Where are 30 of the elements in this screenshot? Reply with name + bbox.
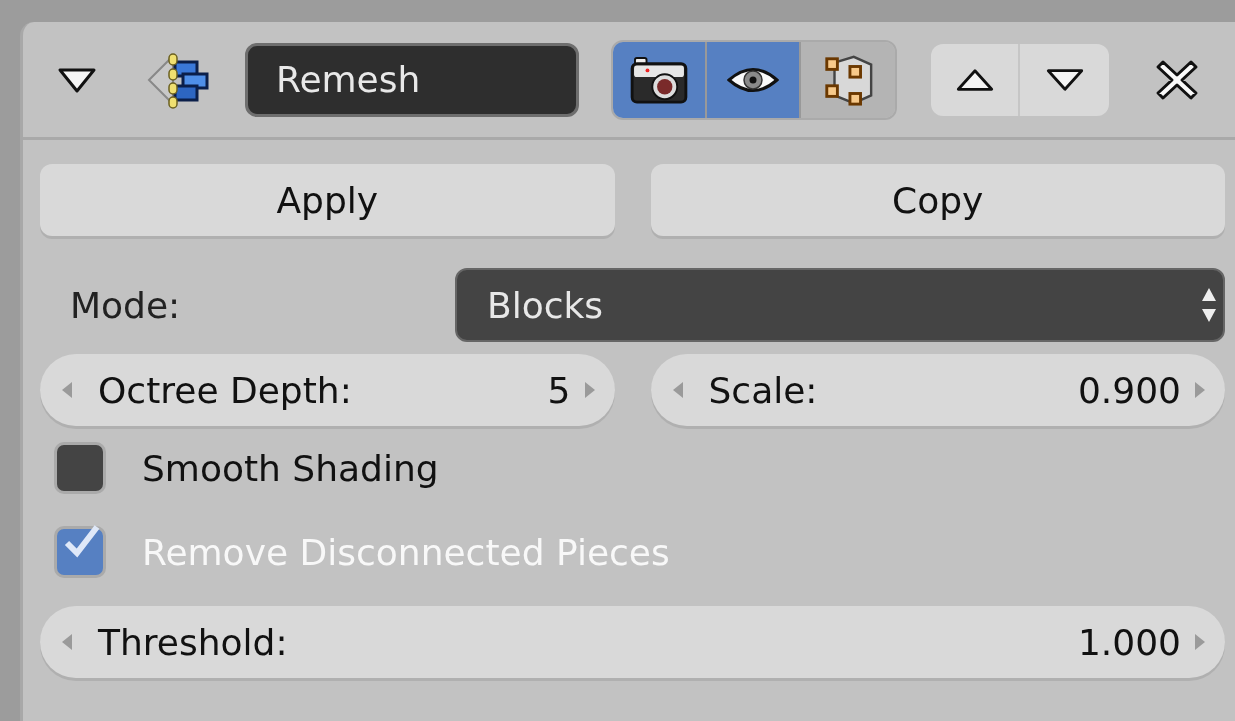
slider-value: 5 [547,369,571,411]
move-up-button[interactable] [931,43,1020,116]
number-field[interactable]: Scale: 0.900 [650,354,1225,426]
toggle-button[interactable] [801,41,895,118]
slider-label: Octree Depth: [98,369,353,411]
move-down-button[interactable] [1020,43,1109,116]
action-button[interactable]: Copy [650,164,1225,236]
right-arrow-icon [1195,382,1205,398]
mode-label: Mode: [69,284,182,326]
checkbox[interactable] [54,442,106,494]
number-field[interactable]: Threshold: 1.000 [40,606,1225,678]
checkbox-label: Smooth Shading [142,447,439,489]
right-arrow-icon [584,382,595,398]
toggle-button[interactable] [707,41,801,118]
slider-label: Threshold: [98,621,289,663]
right-arrow-icon [1195,634,1205,650]
checkbox[interactable] [54,526,106,578]
toggle-button[interactable] [613,41,707,118]
slider-value: 0.900 [1077,369,1181,411]
left-arrow-icon [62,382,72,398]
name-field[interactable]: Remesh [245,42,579,117]
slider-value: 1.000 [1077,621,1181,663]
mode-dropdown[interactable]: Blocks [455,268,1225,342]
slider-label: Scale: [708,369,819,411]
camera-icon [630,55,688,104]
action-button[interactable]: Apply [40,164,615,236]
left-arrow-icon [672,382,683,398]
left-arrow-icon [62,634,72,650]
number-field[interactable]: Octree Depth: 5 [40,354,615,426]
up-down-arrows-icon [1201,287,1217,323]
